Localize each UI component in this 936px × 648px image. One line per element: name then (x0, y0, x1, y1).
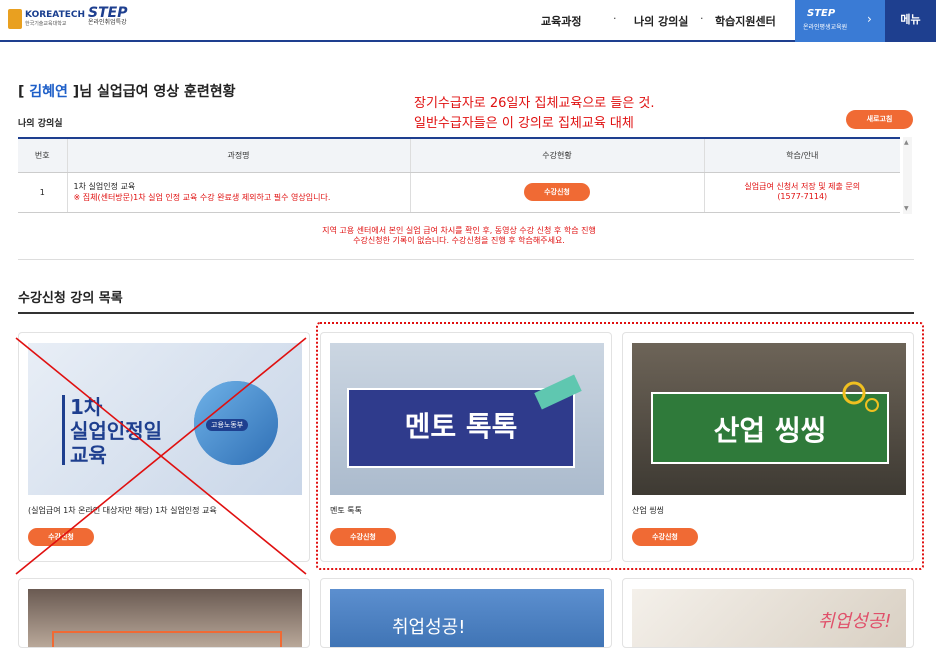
row-guide-line-2: (1577-7114) (777, 192, 828, 201)
scroll-up-icon[interactable]: ▲ (904, 139, 909, 146)
thumbnail-frame (52, 631, 282, 647)
koreatech-logo-mark (8, 9, 22, 29)
row-no: 1 (18, 172, 67, 213)
nav-courses[interactable]: 교육과정 (541, 13, 581, 29)
step-box-title: STEP (807, 8, 836, 19)
menu-button[interactable]: 메뉴 (885, 0, 936, 42)
col-header-status: 수강현황 (409, 137, 704, 173)
cross-out-icon (15, 337, 307, 575)
step-logo[interactable]: STEP 온라인취업특강 (88, 6, 127, 26)
row-enroll-button[interactable]: 수강신청 (524, 183, 590, 201)
page-title-suffix: 님 실업급여 영상 훈련현황 (79, 84, 236, 100)
row-course: 1차 실업인정 교육 ※ 집체(센터방문)1차 실업 인정 교육 수강 완료생 … (66, 172, 410, 213)
highlight-box (316, 322, 924, 570)
divider (18, 259, 914, 260)
annotation-line-2: 일반수급자들은 이 강의로 집체교육 대체 (414, 116, 634, 131)
classroom-label: 나의 강의실 (18, 119, 63, 129)
table-scrollbar[interactable]: ▲ ▼ (903, 137, 912, 214)
table-header-row: 번호 과정명 수강현황 학습/안내 (18, 137, 900, 173)
thumbnail-title: 취업성공! (818, 611, 892, 632)
annotation-note: 장기수급자로 26일자 집체교육으로 들은 것. 일반수급자들은 이 강의로 집… (414, 94, 655, 134)
col-header-guide: 학습/안내 (703, 137, 900, 173)
section-title: 수강신청 강의 목록 (18, 291, 123, 306)
notice-line-2: 수강신청한 기록이 없습니다. 수강신청을 진행 후 학습해주세요. (353, 236, 565, 245)
nav-separator: · (613, 12, 617, 25)
scroll-down-icon[interactable]: ▼ (904, 205, 909, 212)
table-row: 1 1차 실업인정 교육 ※ 집체(센터방문)1차 실업 인정 교육 수강 완료… (18, 172, 900, 213)
col-header-no: 번호 (18, 137, 67, 173)
koreatech-logo[interactable]: KOREATECH 한국기술교육대학교 (8, 9, 85, 29)
row-course-name: 1차 실업인정 교육 (73, 182, 136, 191)
nav-separator: · (700, 12, 704, 25)
course-thumbnail[interactable]: 취업성공! (330, 589, 604, 647)
page-title: [ 김혜연 ]님 실업급여 영상 훈련현황 (18, 84, 236, 100)
course-thumbnail[interactable] (28, 589, 302, 647)
course-card-5[interactable]: 취업성공! (320, 578, 612, 648)
enrollment-table: 번호 과정명 수강현황 학습/안내 1 1차 실업인정 교육 ※ 집체(센터방문… (18, 137, 900, 213)
user-name: 김혜연 (29, 84, 68, 100)
step-logo-text: STEP (88, 5, 128, 21)
notice-message: 지역 고용 센터에서 본인 실업 급여 차시를 확인 후, 동영상 수강 신청 … (18, 226, 900, 246)
koreatech-logo-text: KOREATECH (25, 10, 85, 20)
row-status: 수강신청 (409, 172, 704, 213)
chevron-right-icon: › (867, 12, 872, 26)
step-logo-subtext: 온라인취업특강 (88, 19, 127, 26)
notice-line-1: 지역 고용 센터에서 본인 실업 급여 차시를 확인 후, 동영상 수강 신청 … (322, 226, 596, 235)
row-guide[interactable]: 실업급여 신청서 저장 및 제출 문의 (1577-7114) (703, 172, 900, 213)
section-divider (18, 312, 914, 314)
refresh-button[interactable]: 새로고침 (846, 110, 913, 129)
course-thumbnail[interactable]: 취업성공! (632, 589, 906, 647)
step-box-subtitle: 온라인평생교육원 (803, 24, 848, 31)
top-header: KOREATECH 한국기술교육대학교 STEP 온라인취업특강 교육과정 · … (0, 0, 936, 42)
nav-learning-support[interactable]: 학습지원센터 (715, 13, 776, 29)
step-lifelong-edu-link[interactable]: STEP 온라인평생교육원 › (795, 0, 885, 42)
course-card-6[interactable]: 취업성공! (622, 578, 914, 648)
thumbnail-title: 취업성공! (392, 617, 466, 638)
nav-my-classroom[interactable]: 나의 강의실 (634, 13, 688, 29)
col-header-course: 과정명 (66, 137, 410, 173)
row-course-note: ※ 집체(센터방문)1차 실업 인정 교육 수강 완료생 제외하고 필수 영상입… (73, 193, 331, 202)
course-card-4[interactable] (18, 578, 310, 648)
koreatech-logo-subtext: 한국기술교육대학교 (25, 21, 67, 27)
annotation-line-1: 장기수급자로 26일자 집체교육으로 들은 것. (414, 96, 655, 111)
row-guide-line-1: 실업급여 신청서 저장 및 제출 문의 (744, 182, 861, 191)
